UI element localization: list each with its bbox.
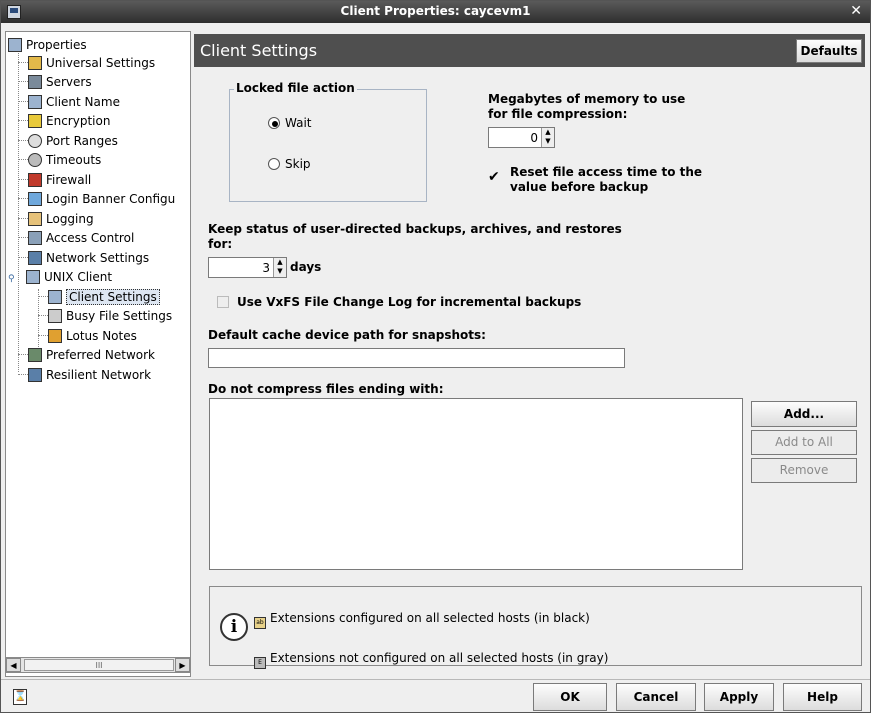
defaults-button[interactable]: Defaults (796, 39, 862, 63)
firewall-icon (28, 173, 42, 187)
memory-value: 0 (530, 131, 538, 145)
lotus-icon (48, 329, 62, 343)
busy-file-icon (48, 309, 62, 323)
keep-status-label-1: Keep status of user-directed backups, ar… (208, 222, 622, 236)
tree-item-encryption[interactable]: Encryption (28, 112, 110, 131)
scroll-left-icon[interactable]: ◀ (6, 658, 21, 672)
not-configured-extension-icon: E (254, 657, 266, 669)
tree-item-network-settings[interactable]: Network Settings (28, 249, 149, 268)
spinner-arrows-icon[interactable]: ▲ ▼ (273, 258, 286, 277)
clock-icon (28, 153, 42, 167)
tree-item-port-ranges[interactable]: Port Ranges (28, 132, 118, 151)
scroll-thumb[interactable]: III (24, 659, 174, 671)
keep-status-label-2: for: (208, 237, 233, 251)
title-bar[interactable]: Client Properties: caycevm1 ✕ (1, 1, 870, 23)
reset-access-label-2: value before backup (510, 180, 649, 194)
tree-item-resilient-network[interactable]: Resilient Network (28, 366, 151, 385)
tree-item-unix-client[interactable]: ⚲ UNIX Client (8, 268, 112, 287)
radio-button-icon[interactable] (268, 158, 280, 170)
banner-icon (28, 192, 42, 206)
tree-item-timeouts[interactable]: Timeouts (28, 151, 101, 170)
network-icon (28, 368, 42, 382)
scroll-right-icon[interactable]: ▶ (175, 658, 190, 672)
tree-item-access-control[interactable]: Access Control (28, 229, 134, 248)
no-compress-list[interactable] (209, 398, 743, 570)
tree-item-universal-settings[interactable]: Universal Settings (28, 54, 155, 73)
tree-item-servers[interactable]: Servers (28, 73, 92, 92)
cache-path-label: Default cache device path for snapshots: (208, 328, 486, 342)
window-title: Client Properties: caycevm1 (340, 4, 531, 18)
keep-status-spinner[interactable]: 3 ▲ ▼ (208, 257, 287, 278)
properties-tree[interactable]: Properties Universal Settings Servers Cl… (5, 31, 191, 677)
tree-horizontal-scrollbar[interactable]: ◀ III ▶ (5, 657, 191, 673)
log-icon (28, 212, 42, 226)
memory-label-1: Megabytes of memory to use (488, 92, 686, 106)
vxfs-checkbox[interactable] (217, 296, 229, 308)
remove-button[interactable]: Remove (751, 458, 857, 483)
legend-configured: ab Extensions configured on all selected … (254, 611, 590, 629)
tree-item-preferred-network[interactable]: Preferred Network (28, 346, 155, 365)
computer-icon (28, 95, 42, 109)
port-icon (28, 134, 42, 148)
tree-item-properties[interactable]: Properties (8, 36, 87, 55)
network-icon (28, 251, 42, 265)
spinner-arrows-icon[interactable]: ▲ ▼ (541, 128, 554, 147)
reset-access-label-1: Reset file access time to the (510, 165, 703, 179)
panel-header: Client Settings (194, 34, 865, 67)
close-icon[interactable]: ✕ (850, 3, 862, 19)
group-title: Locked file action (234, 81, 357, 95)
keep-status-value: 3 (262, 261, 270, 275)
add-button[interactable]: Add... (751, 401, 857, 427)
ok-button[interactable]: OK (533, 683, 607, 711)
memory-spinner[interactable]: 0 ▲ ▼ (488, 127, 555, 148)
add-to-all-button[interactable]: Add to All (751, 430, 857, 455)
network-icon (28, 348, 42, 362)
radio-skip[interactable]: Skip (268, 157, 311, 171)
tree-item-login-banner[interactable]: Login Banner Configu (28, 190, 175, 209)
legend-panel: i ab Extensions configured on all selecte… (209, 586, 862, 669)
days-label: days (290, 260, 322, 274)
tree-item-lotus-notes[interactable]: Lotus Notes (48, 327, 137, 346)
tree-item-busy-file-settings[interactable]: Busy File Settings (48, 307, 172, 326)
hourglass-icon: ⌛ (13, 689, 27, 705)
reset-access-checkbox[interactable]: ✔ (488, 169, 500, 185)
legend-not-configured: E Extensions not configured on all select… (254, 651, 608, 669)
computer-icon (8, 38, 22, 52)
apply-button[interactable]: Apply (704, 683, 774, 711)
radio-button-icon[interactable] (268, 117, 280, 129)
lock-icon (28, 114, 42, 128)
client-properties-window: Client Properties: caycevm1 ✕ Properties… (0, 0, 871, 713)
configured-extension-icon: ab (254, 617, 266, 629)
expand-toggle-icon[interactable]: ⚲ (8, 270, 18, 289)
info-icon: i (220, 613, 248, 641)
computer-icon (26, 270, 40, 284)
help-button[interactable]: Help (783, 683, 862, 711)
memory-label-2: for file compression: (488, 107, 628, 121)
access-icon (28, 231, 42, 245)
footer-separator (1, 679, 870, 680)
panel-title: Client Settings (200, 41, 318, 60)
radio-wait[interactable]: Wait (268, 116, 312, 130)
tree-item-firewall[interactable]: Firewall (28, 171, 91, 190)
settings-icon (28, 56, 42, 70)
tree-item-client-settings[interactable]: Client Settings (48, 288, 160, 307)
computer-icon (48, 290, 62, 304)
vxfs-label: Use VxFS File Change Log for incremental… (237, 295, 582, 309)
locked-file-group: Locked file action Wait Skip (229, 81, 427, 202)
no-compress-label: Do not compress files ending with: (208, 382, 444, 396)
tree-item-logging[interactable]: Logging (28, 210, 94, 229)
cache-path-input[interactable] (208, 348, 625, 368)
tree-item-client-name[interactable]: Client Name (28, 93, 120, 112)
cancel-button[interactable]: Cancel (616, 683, 696, 711)
server-icon (28, 75, 42, 89)
